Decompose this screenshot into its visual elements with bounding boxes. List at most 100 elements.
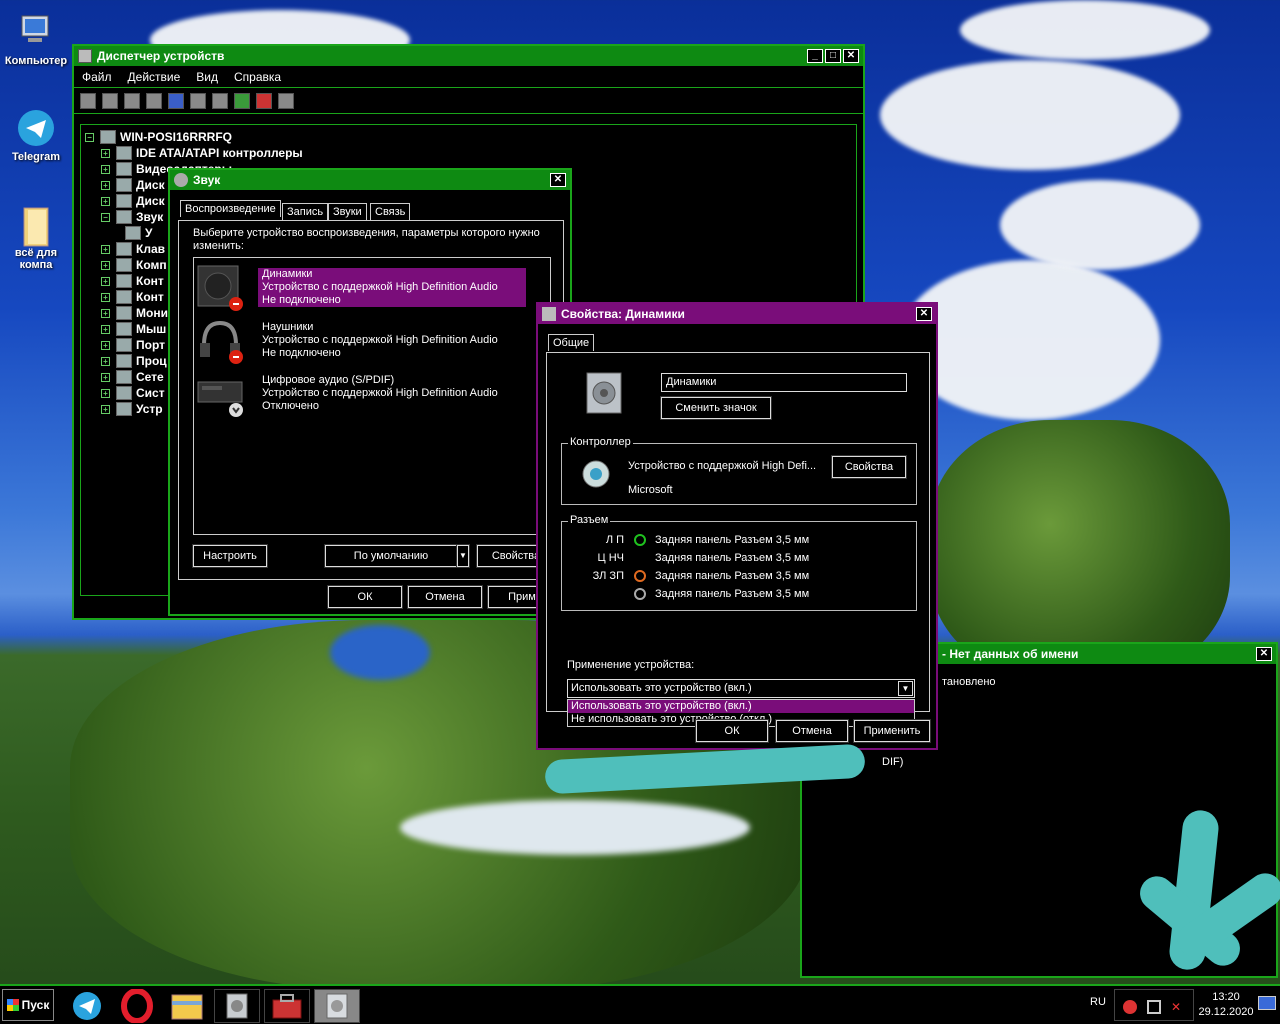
tab-general[interactable]: Общие	[548, 334, 595, 351]
tray-area: ✕	[1114, 989, 1194, 1021]
close-button[interactable]: ✕	[916, 307, 932, 321]
jack-color-icon	[634, 570, 646, 582]
maximize-button[interactable]: □	[825, 49, 841, 63]
collapse-icon[interactable]: −	[101, 212, 110, 222]
menu-help[interactable]: Справка	[234, 70, 281, 84]
device-category-icon	[116, 338, 132, 352]
menu-file[interactable]: Файл	[82, 70, 112, 84]
taskbar-properties[interactable]	[314, 989, 360, 1023]
volume-muted-icon[interactable]: ✕	[1171, 1000, 1185, 1014]
desktop-icon-folder[interactable]: всё для компа	[0, 204, 72, 271]
tab-communications[interactable]: Связь	[370, 203, 411, 220]
expand-icon[interactable]: +	[101, 196, 110, 206]
start-button[interactable]: Пуск	[2, 989, 54, 1021]
close-button[interactable]: ✕	[1256, 647, 1272, 661]
expand-icon[interactable]: +	[101, 404, 110, 414]
change-icon-button[interactable]: Сменить значок	[660, 396, 772, 420]
tab-sounds[interactable]: Звуки	[328, 203, 367, 220]
properties-titlebar[interactable]: Свойства: Динамики ✕	[538, 304, 936, 324]
expand-icon[interactable]: +	[101, 260, 110, 270]
jack-description: Задняя панель Разъем 3,5 мм	[655, 588, 810, 600]
expand-icon[interactable]: +	[101, 356, 110, 366]
tab-recording[interactable]: Запись	[282, 203, 329, 220]
menu-view[interactable]: Вид	[196, 70, 218, 84]
menu-action[interactable]: Действие	[128, 70, 181, 84]
device-category-icon	[116, 386, 132, 400]
tree-root[interactable]: − WIN-POSI16RRRFQ	[85, 129, 852, 145]
list-icon[interactable]	[146, 92, 162, 109]
sound-titlebar[interactable]: Звук ✕	[170, 170, 570, 190]
expand-icon[interactable]: +	[101, 164, 110, 174]
device-spdif-text: Цифровое аудио (S/PDIF) Устройство с под…	[262, 374, 498, 412]
taskbar: Пуск RU ✕ 13:20 29.12.2020	[0, 984, 1280, 1024]
controller-vendor: Microsoft	[628, 484, 673, 496]
view-icon[interactable]	[190, 92, 206, 109]
forward-icon[interactable]	[102, 92, 118, 109]
chevron-down-icon[interactable]: ▼	[898, 681, 913, 696]
usage-select-value: Использовать это устройство (вкл.)	[571, 682, 752, 694]
device-manager-titlebar[interactable]: Диспетчер устройств _ □ ✕	[74, 46, 863, 66]
show-desktop-icon[interactable]	[1258, 996, 1276, 1010]
taskbar-telegram[interactable]	[64, 989, 110, 1023]
ok-button[interactable]: ОК	[327, 585, 403, 609]
jack-label: Ц НЧ	[597, 552, 624, 564]
cancel-button[interactable]: Отмена	[775, 719, 849, 743]
uninstall-icon[interactable]	[256, 92, 272, 109]
tree-category-label: Клав	[136, 242, 165, 256]
expand-icon[interactable]: +	[101, 244, 110, 254]
usage-select[interactable]: Использовать это устройство (вкл.) ▼	[567, 679, 915, 698]
device-category-icon	[116, 162, 132, 176]
apply-button[interactable]: Применить	[853, 719, 931, 743]
close-button[interactable]: ✕	[843, 49, 859, 63]
taskbar-sound[interactable]	[214, 989, 260, 1023]
expand-icon[interactable]: +	[101, 292, 110, 302]
tree-category-label: IDE ATA/ATAPI контроллеры	[136, 146, 303, 160]
language-indicator[interactable]: RU	[1090, 996, 1106, 1008]
expand-icon[interactable]: +	[101, 372, 110, 382]
ok-button[interactable]: ОК	[695, 719, 769, 743]
device-icon	[583, 371, 627, 420]
back-icon[interactable]	[80, 92, 96, 109]
expand-icon[interactable]: +	[101, 180, 110, 190]
set-default-dropdown[interactable]: ▼	[456, 544, 470, 568]
clock[interactable]: 13:20 29.12.2020	[1196, 990, 1256, 1020]
tree-category-label: У	[145, 226, 153, 240]
tree-category-label: Диск	[136, 194, 165, 208]
browser-tray-icon[interactable]	[1123, 1000, 1137, 1014]
jack-color-icon	[634, 534, 646, 546]
network-tray-icon[interactable]	[1147, 1000, 1161, 1014]
close-button[interactable]: ✕	[550, 173, 566, 187]
expand-icon[interactable]: +	[101, 324, 110, 334]
desktop-icon-computer[interactable]: Компьютер	[0, 12, 72, 67]
taskbar-opera[interactable]	[114, 988, 160, 1024]
tree-category[interactable]: + IDE ATA/ATAPI контроллеры	[85, 145, 852, 161]
expand-icon[interactable]: +	[101, 388, 110, 398]
collapse-icon[interactable]: −	[85, 132, 94, 142]
help-icon[interactable]	[168, 92, 184, 109]
jack-row: Задняя панель Разъем 3,5 мм	[634, 586, 809, 602]
expand-icon[interactable]: +	[101, 276, 110, 286]
configure-button[interactable]: Настроить	[192, 544, 268, 568]
add-hardware-icon[interactable]	[278, 92, 294, 109]
usage-option-enable[interactable]: Использовать это устройство (вкл.)	[568, 700, 914, 713]
jack-group: Разъем Л П Задняя панель Разъем 3,5 мм Ц Н…	[561, 514, 917, 611]
minimize-button[interactable]: _	[807, 49, 823, 63]
expand-icon[interactable]: +	[101, 148, 110, 158]
taskbar-device-manager[interactable]	[264, 989, 310, 1023]
update-driver-icon[interactable]	[234, 92, 250, 109]
expand-icon[interactable]: +	[101, 340, 110, 350]
controller-properties-button[interactable]: Свойства	[831, 455, 907, 479]
cancel-button[interactable]: Отмена	[407, 585, 483, 609]
device-list: Динамики Устройство с поддержкой High De…	[193, 257, 551, 535]
speaker-icon	[326, 993, 348, 1019]
scan-icon[interactable]	[212, 92, 228, 109]
tab-playback[interactable]: Воспроизведение	[180, 200, 281, 217]
device-name-field[interactable]: Динамики	[661, 373, 907, 392]
set-default-button[interactable]: По умолчанию	[324, 544, 458, 568]
desktop-icon-telegram[interactable]: Telegram	[0, 108, 72, 163]
taskbar-explorer[interactable]	[164, 989, 210, 1023]
tree-category-label: Комп	[136, 258, 167, 272]
properties-icon[interactable]	[124, 92, 140, 109]
expand-icon[interactable]: +	[101, 308, 110, 318]
jack-color-icon	[634, 552, 646, 564]
